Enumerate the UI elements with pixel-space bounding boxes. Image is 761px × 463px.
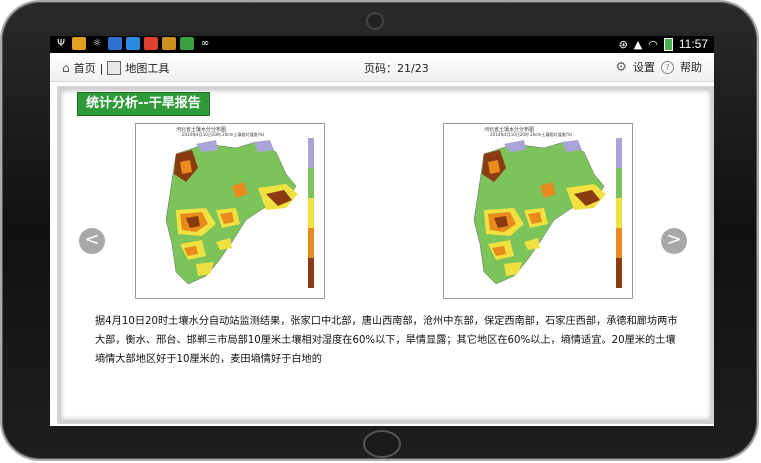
battery-icon	[663, 37, 673, 51]
clock: 11:57	[678, 37, 708, 51]
map-tools-link[interactable]: 地图工具	[125, 60, 169, 76]
camera	[366, 12, 384, 30]
chrome-icon[interactable]	[144, 37, 158, 50]
browser-icon[interactable]	[108, 37, 122, 50]
next-page-button[interactable]: >	[661, 228, 687, 254]
screen: Ψ ☼ ∞ ⊛ ▲ ◠ 11:57 ⌂ 首页 | 地图工具 页码：21/23 ⚙…	[50, 36, 714, 426]
signal-icon: ▲	[633, 37, 643, 51]
soil-moisture-map[interactable]: 河北省土壤水分分布图 2014年4月10日20时 20cm土壤相对湿度(%)	[135, 123, 325, 299]
prev-page-button[interactable]: <	[79, 228, 105, 254]
toolbar-separator: |	[99, 61, 104, 75]
report-text: 据4月10日20时土壤水分自动站监测结果，张家口中北部，唐山西南部，沧州中东部，…	[95, 316, 678, 365]
wechat-icon[interactable]: ∞	[198, 37, 212, 50]
settings-button[interactable]: 设置	[633, 59, 655, 75]
section-title: 统计分析--干旱报告	[77, 92, 210, 116]
map-app-icon[interactable]	[126, 37, 140, 50]
page-indicator: 页码：21/23	[364, 62, 429, 75]
vibrate-icon: ⊛	[618, 37, 628, 51]
soil-moisture-map[interactable]: 河北省土壤水分分布图 2014年4月10日20时 20cm土壤相对湿度(%)	[443, 123, 633, 299]
help-icon[interactable]: ?	[661, 60, 674, 74]
tablet-frame: Ψ ☼ ∞ ⊛ ▲ ◠ 11:57 ⌂ 首页 | 地图工具 页码：21/23 ⚙…	[2, 2, 757, 459]
app-icon[interactable]	[72, 37, 86, 50]
status-bar: Ψ ☼ ∞ ⊛ ▲ ◠ 11:57	[50, 36, 714, 53]
map-subtitle: 2014年4月10日20时 20cm土壤相对湿度(%)	[182, 132, 265, 137]
home-icon[interactable]: ⌂	[62, 61, 70, 75]
toolbar: ⌂ 首页 | 地图工具 页码：21/23 ⚙ 设置 ? 帮助	[50, 53, 714, 82]
home-link[interactable]: 首页	[74, 60, 96, 76]
wifi-icon: ◠	[648, 37, 658, 51]
content-panel: 统计分析--干旱报告 河北省土壤水分分布图 2014年4月10日20时 20cm…	[57, 86, 714, 424]
home-button[interactable]	[363, 430, 401, 458]
brightness-icon: ☼	[92, 38, 102, 49]
usb-icon: Ψ	[57, 38, 65, 49]
map-tools-icon[interactable]	[107, 61, 122, 75]
app-green-icon[interactable]	[180, 37, 194, 50]
map-subtitle: 2014年4月10日20时 20cm土壤相对湿度(%)	[490, 132, 573, 137]
app-orange-icon[interactable]	[162, 37, 176, 50]
help-button[interactable]: 帮助	[680, 59, 702, 75]
gear-icon[interactable]: ⚙	[615, 60, 627, 75]
